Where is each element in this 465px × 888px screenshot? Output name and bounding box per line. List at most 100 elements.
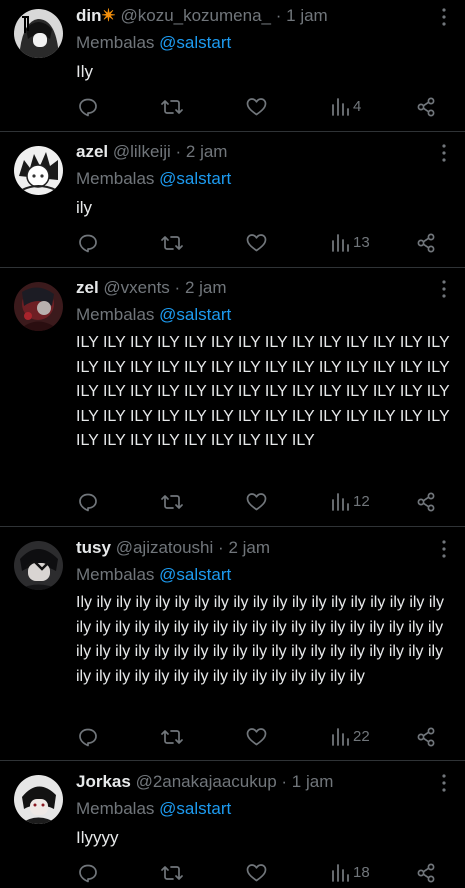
- tweet-text: Ily ily ily ily ily ily ily ily ily ily …: [76, 594, 444, 685]
- views-button[interactable]: 18: [331, 862, 370, 884]
- share-icon: [416, 97, 436, 117]
- views-icon: [331, 492, 349, 512]
- display-name[interactable]: azel: [76, 142, 108, 161]
- tweet[interactable]: Jorkas @2anakajaacukup · 1 jam Membalas …: [0, 761, 465, 888]
- avatar[interactable]: [14, 541, 63, 590]
- replying-to-label: Membalas: [76, 169, 155, 188]
- user-handle[interactable]: @vxents: [103, 278, 169, 297]
- like-button[interactable]: [246, 862, 267, 884]
- share-button[interactable]: [416, 726, 436, 748]
- retweet-button[interactable]: [161, 96, 183, 118]
- tweet[interactable]: zel @vxents · 2 jam Membalas @salstart I…: [0, 268, 465, 527]
- retweet-icon: [161, 727, 183, 747]
- like-button[interactable]: [246, 232, 267, 254]
- tweet[interactable]: din✴ @kozu_kozumena_ · 1 jam Membalas @s…: [0, 0, 465, 132]
- avatar[interactable]: [14, 775, 63, 824]
- retweet-icon: [161, 97, 183, 117]
- reply-button[interactable]: [78, 862, 98, 884]
- display-name[interactable]: Jorkas: [76, 772, 131, 791]
- reply-button[interactable]: [78, 96, 98, 118]
- views-button[interactable]: 13: [331, 232, 370, 254]
- retweet-button[interactable]: [161, 726, 183, 748]
- replying-to: Membalas @salstart: [76, 303, 231, 327]
- timestamp[interactable]: 1 jam: [292, 772, 334, 791]
- like-button[interactable]: [246, 726, 267, 748]
- reply-button[interactable]: [78, 232, 98, 254]
- reply-icon: [78, 727, 98, 747]
- mention-link[interactable]: @salstart: [159, 565, 231, 584]
- more-icon[interactable]: [441, 773, 447, 793]
- user-handle[interactable]: @2anakajaacukup: [136, 772, 277, 791]
- retweet-button[interactable]: [161, 491, 183, 513]
- user-handle[interactable]: @lilkeiji: [113, 142, 171, 161]
- mention-link[interactable]: @salstart: [159, 169, 231, 188]
- mention-link[interactable]: @salstart: [159, 799, 231, 818]
- more-icon[interactable]: [441, 279, 447, 299]
- more-icon[interactable]: [441, 7, 447, 27]
- views-button[interactable]: 12: [331, 491, 370, 513]
- tweet-text: Ilyyyy: [76, 828, 119, 847]
- share-button[interactable]: [416, 862, 436, 884]
- heart-icon: [246, 97, 267, 117]
- views-button[interactable]: 4: [331, 96, 361, 118]
- timestamp[interactable]: 2 jam: [185, 278, 227, 297]
- display-name[interactable]: tusy: [76, 538, 111, 557]
- like-button[interactable]: [246, 491, 267, 513]
- display-name[interactable]: zel: [76, 278, 99, 297]
- replying-to-label: Membalas: [76, 305, 155, 324]
- replying-to: Membalas @salstart: [76, 31, 231, 55]
- share-icon: [416, 492, 436, 512]
- retweet-icon: [161, 863, 183, 883]
- views-icon: [331, 97, 349, 117]
- views-icon: [331, 727, 349, 747]
- reply-feed: din✴ @kozu_kozumena_ · 1 jam Membalas @s…: [0, 0, 465, 888]
- avatar[interactable]: [14, 146, 63, 195]
- mention-link[interactable]: @salstart: [159, 33, 231, 52]
- replying-to: Membalas @salstart: [76, 563, 231, 587]
- avatar[interactable]: [14, 282, 63, 331]
- views-count: 12: [353, 493, 370, 510]
- tweet-header: Jorkas @2anakajaacukup · 1 jam: [76, 770, 333, 794]
- share-icon: [416, 863, 436, 883]
- reply-icon: [78, 97, 98, 117]
- share-button[interactable]: [416, 96, 436, 118]
- timestamp[interactable]: 2 jam: [186, 142, 228, 161]
- share-button[interactable]: [416, 491, 436, 513]
- tweet[interactable]: azel @lilkeiji · 2 jam Membalas @salstar…: [0, 132, 465, 268]
- retweet-icon: [161, 233, 183, 253]
- tweet-actions: 13: [76, 232, 448, 254]
- user-handle[interactable]: @kozu_kozumena_: [120, 6, 271, 25]
- retweet-button[interactable]: [161, 232, 183, 254]
- views-icon: [331, 233, 349, 253]
- retweet-button[interactable]: [161, 862, 183, 884]
- share-button[interactable]: [416, 232, 436, 254]
- heart-icon: [246, 233, 267, 253]
- reply-icon: [78, 233, 98, 253]
- more-icon[interactable]: [441, 143, 447, 163]
- mention-link[interactable]: @salstart: [159, 305, 231, 324]
- replying-to-label: Membalas: [76, 565, 155, 584]
- views-count: 4: [353, 98, 362, 115]
- tweet[interactable]: tusy @ajizatoushi · 2 jam Membalas @sals…: [0, 527, 465, 761]
- reply-button[interactable]: [78, 491, 98, 513]
- name-emoji: ✴: [101, 6, 116, 25]
- like-button[interactable]: [246, 96, 267, 118]
- tweet-text: Ily: [76, 62, 93, 81]
- timestamp[interactable]: 1 jam: [286, 6, 328, 25]
- display-name[interactable]: din: [76, 6, 102, 25]
- avatar[interactable]: [14, 9, 63, 58]
- reply-button[interactable]: [78, 726, 98, 748]
- reply-icon: [78, 492, 98, 512]
- tweet-header: zel @vxents · 2 jam: [76, 276, 227, 300]
- user-handle[interactable]: @ajizatoushi: [116, 538, 214, 557]
- replying-to: Membalas @salstart: [76, 167, 231, 191]
- share-icon: [416, 727, 436, 747]
- views-count: 13: [353, 234, 370, 251]
- separator-dot: ·: [174, 278, 181, 297]
- replying-to-label: Membalas: [76, 33, 155, 52]
- more-icon[interactable]: [441, 539, 447, 559]
- views-count: 18: [353, 864, 370, 881]
- views-count: 22: [353, 728, 370, 745]
- timestamp[interactable]: 2 jam: [228, 538, 270, 557]
- views-button[interactable]: 22: [331, 726, 370, 748]
